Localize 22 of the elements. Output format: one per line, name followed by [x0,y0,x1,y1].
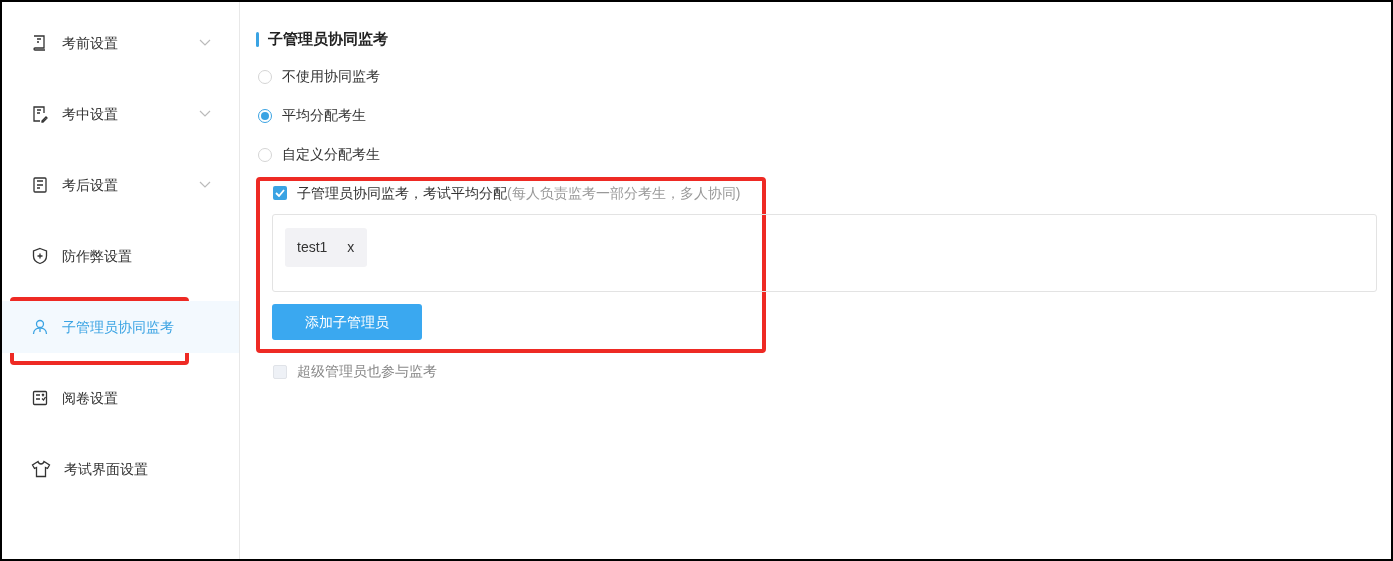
title-accent-bar [256,31,259,47]
admin-tag: test1 x [285,228,368,267]
sidebar-item[interactable]: 考前设置 [2,17,239,69]
radio-label: 平均分配考生 [282,106,366,125]
section-title: 子管理员协同监考 [268,28,388,49]
checkbox[interactable] [273,186,287,200]
checkbox-label: 超级管理员也参与监考 [297,362,437,381]
radio-label: 不使用协同监考 [282,67,380,86]
sidebar-item[interactable]: 考试界面设置 [2,443,239,495]
remove-tag-button[interactable]: x [347,237,355,258]
sidebar-item[interactable]: 考中设置 [2,88,239,140]
sidebar-item[interactable]: 防作弊设置 [2,230,239,282]
sidebar-item[interactable]: 考后设置 [2,159,239,211]
shirt-icon [31,460,51,478]
sidebar-item[interactable]: 阅卷设置 [2,372,239,424]
checkbox-label: 子管理员协同监考，考试平均分配(每人负责监考一部分考生，多人协同) [297,183,741,203]
document-pencil-icon [31,105,49,123]
shield-icon [31,247,49,265]
radio-label: 自定义分配考生 [282,145,380,164]
user-icon [31,318,49,336]
score-sheet-icon [31,176,49,194]
checklist-icon [31,389,49,407]
